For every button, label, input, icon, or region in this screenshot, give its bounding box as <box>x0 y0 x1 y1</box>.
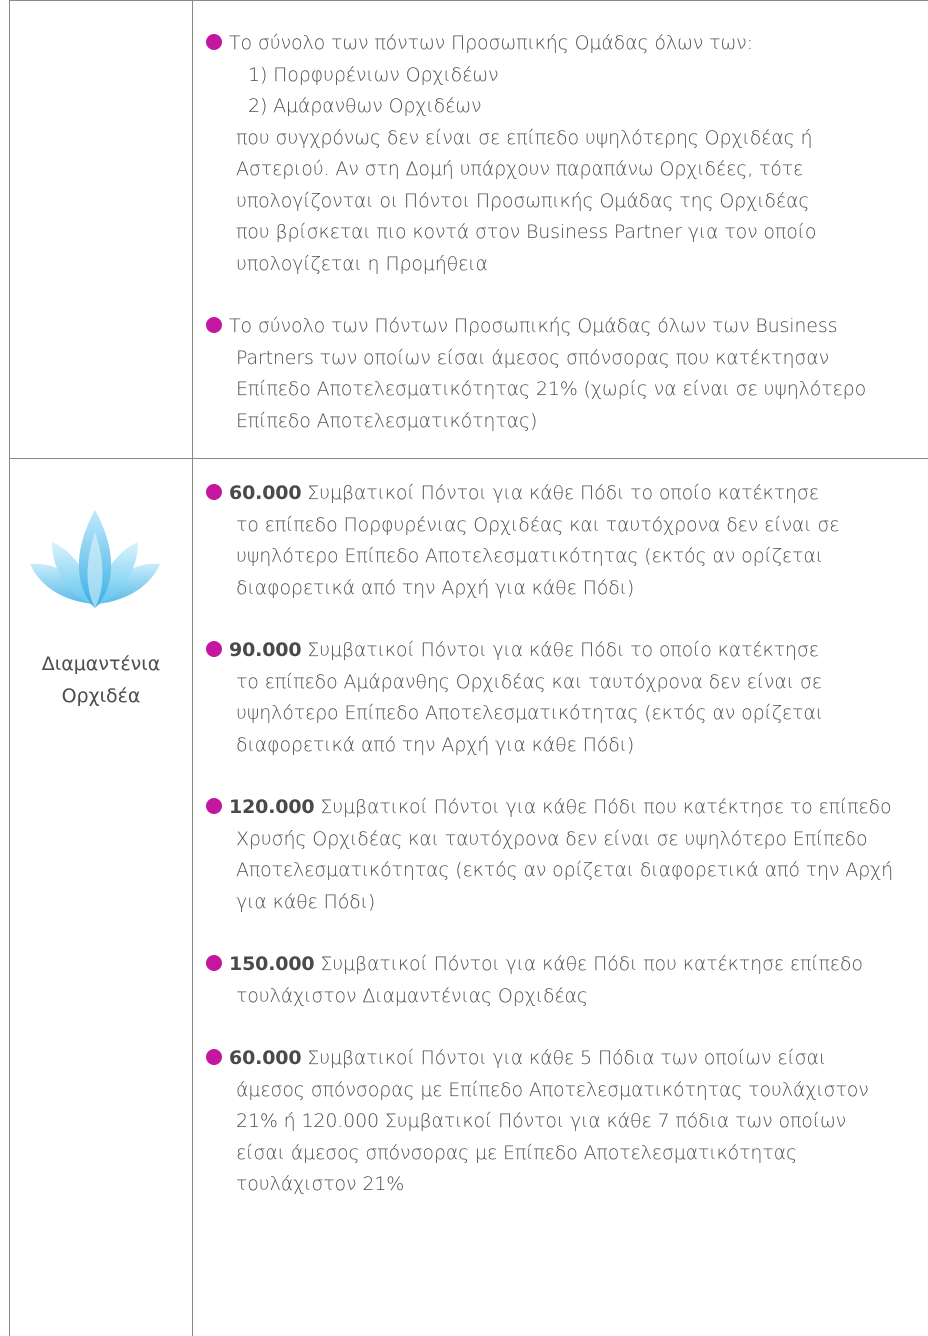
row-1-item-2: Το σύνολο των Πόντων Προσωπικής Ομάδας ό… <box>206 311 921 437</box>
points-value: 60.000 <box>229 482 302 504</box>
row-divider <box>9 458 928 459</box>
points-value: 120.000 <box>229 796 315 818</box>
item-text-line: Χρυσής Ορχιδέας και ταυτόχρονα δεν είναι… <box>236 827 868 850</box>
item-text-line: τουλάχιστον 21% <box>236 1173 405 1195</box>
item-text-line: 21% ή 120.000 Συμβατικοί Πόντοι για κάθε… <box>236 1110 847 1132</box>
points-value: 60.000 <box>229 1047 302 1069</box>
item-text-line: διαφορετικά από την Αρχή για κάθε Πόδι) <box>236 576 635 599</box>
bullet-icon <box>206 1049 222 1065</box>
list-item: 60.000 Συμβατικοί Πόντοι για κάθε 5 Πόδι… <box>206 1043 921 1201</box>
row-2-content: 60.000 Συμβατικοί Πόντοι για κάθε Πόδι τ… <box>206 478 921 1201</box>
list-item: 90.000 Συμβατικοί Πόντοι για κάθε Πόδι τ… <box>206 635 921 761</box>
column-divider <box>192 0 193 1336</box>
item-text: Συμβατικοί Πόντοι για κάθε Πόδι το οποίο… <box>301 482 819 504</box>
level-label: Διαμαντένια Ορχιδέα <box>41 653 161 707</box>
item-text-line: το επίπεδο Πορφυρένιας Ορχιδέας και ταυτ… <box>236 513 840 536</box>
item-text-line: είσαι άμεσος σπόνσορας με Επίπεδο Αποτελ… <box>236 1141 797 1164</box>
row-1-item-1: Το σύνολο των πόντων Προσωπικής Ομάδας ό… <box>206 28 921 280</box>
item-text: Συμβατικοί Πόντοι για κάθε Πόδι που κατέ… <box>314 796 892 818</box>
list-item: 120.000 Συμβατικοί Πόντοι για κάθε Πόδι … <box>206 792 921 918</box>
item-text: Συμβατικοί Πόντοι για κάθε Πόδι που κατέ… <box>314 953 863 975</box>
item-text-line: διαφορετικά από την Αρχή για κάθε Πόδι) <box>236 733 635 756</box>
bullet-icon <box>206 955 222 971</box>
bullet-icon <box>206 641 222 657</box>
item-text-line: το επίπεδο Αμάρανθης Ορχιδέας και ταυτόχ… <box>236 670 822 693</box>
item-text-line: για κάθε Πόδι) <box>236 890 376 913</box>
item-text-line: υψηλότερο Επίπεδο Αποτελεσματικότητας (ε… <box>236 545 823 567</box>
points-value: 150.000 <box>229 953 315 975</box>
item-text-line: άμεσος σπόνσορας με Επίπεδο Αποτελεσματι… <box>236 1078 869 1101</box>
row-1-content: Το σύνολο των πόντων Προσωπικής Ομάδας ό… <box>206 28 921 437</box>
bullet-icon <box>206 798 222 814</box>
item-text-line: Αποτελεσματικότητας (εκτός αν ορίζεται δ… <box>236 859 893 881</box>
bullet-icon <box>206 317 222 333</box>
item-text-line: τουλάχιστον Διαμαντένιας Ορχιδέας <box>236 984 588 1007</box>
list-item: 150.000 Συμβατικοί Πόντοι για κάθε Πόδι … <box>206 949 921 1012</box>
bullet-icon <box>206 34 222 50</box>
points-value: 90.000 <box>229 639 302 661</box>
list-item: 60.000 Συμβατικοί Πόντοι για κάθε Πόδι τ… <box>206 478 921 604</box>
lotus-icon <box>30 510 160 608</box>
item-text-line: υψηλότερο Επίπεδο Αποτελεσματικότητας (ε… <box>236 702 823 724</box>
bullet-icon <box>206 484 222 500</box>
item-text: Συμβατικοί Πόντοι για κάθε 5 Πόδια των ο… <box>301 1047 827 1069</box>
item-text: Συμβατικοί Πόντοι για κάθε Πόδι το οποίο… <box>301 639 819 661</box>
